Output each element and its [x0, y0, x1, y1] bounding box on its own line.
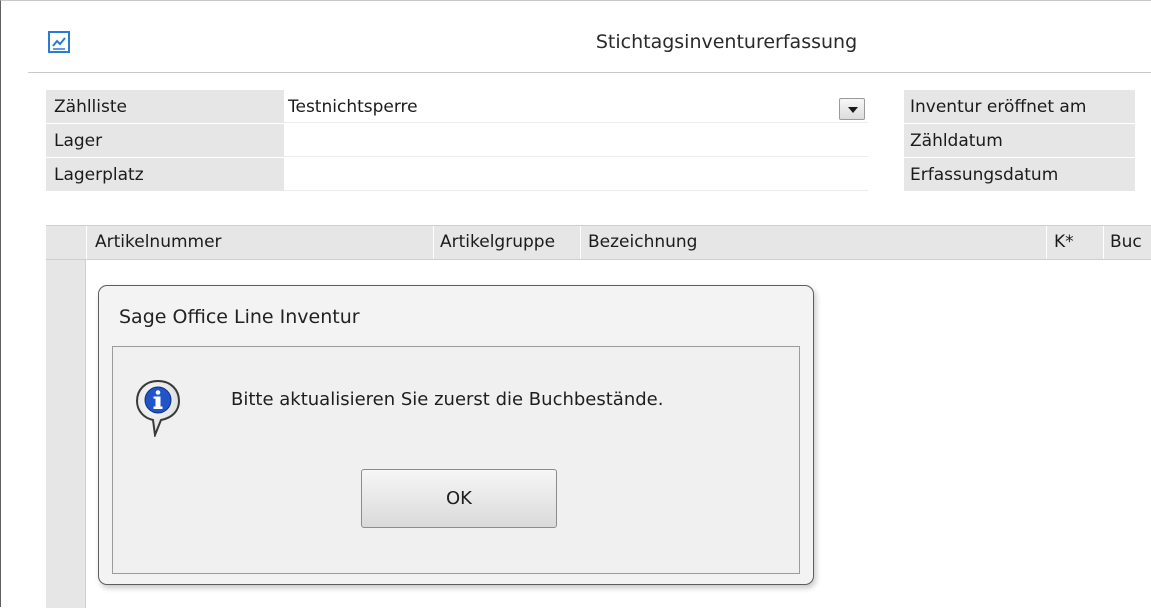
zaehlliste-combobox[interactable]: Testnichtsperre [284, 90, 868, 123]
grid-header: Artikelnummer Artikelgruppe Bezeichnung … [46, 225, 1151, 260]
erfassungsdatum-field[interactable] [1135, 158, 1151, 191]
info-icon [135, 379, 181, 437]
row-header-column [46, 260, 86, 608]
dialog-message: Bitte aktualisieren Sie zuerst die Buchb… [231, 389, 664, 410]
window-title: Stichtagsinventurerfassung [595, 31, 858, 53]
column-header-artikelgruppe[interactable]: Artikelgruppe [440, 226, 580, 259]
zaehlliste-value: Testnichtsperre [288, 97, 418, 117]
inventur-eroeffnet-field[interactable] [1135, 90, 1151, 123]
title-divider [28, 72, 1151, 73]
dialog-body: Bitte aktualisieren Sie zuerst die Buchb… [112, 346, 800, 574]
erfassungsdatum-label: Erfassungsdatum [904, 158, 1135, 191]
form-row-zaehlliste: Zählliste Testnichtsperre Inventur eröff… [1, 90, 1151, 124]
lagerplatz-label: Lagerplatz [46, 158, 284, 191]
message-dialog: Sage Office Line Inventur Bitte aktualis… [98, 285, 814, 585]
form-row-lager: Lager Zähldatum [1, 124, 1151, 158]
inventur-eroeffnet-label: Inventur eröffnet am [904, 90, 1135, 123]
column-separator [433, 226, 434, 259]
column-header-bezeichnung[interactable]: Bezeichnung [588, 226, 1038, 259]
column-header-k[interactable]: K* [1054, 226, 1102, 259]
zaehldatum-field[interactable] [1135, 124, 1151, 157]
column-separator [1103, 226, 1104, 259]
column-separator [580, 226, 581, 259]
column-header-artikelnummer[interactable]: Artikelnummer [95, 226, 475, 259]
lager-label: Lager [46, 124, 284, 157]
dropdown-arrow-icon[interactable] [839, 98, 865, 120]
ok-button[interactable]: OK [361, 469, 557, 528]
inventory-window: Stichtagsinventurerfassung Zählliste Tes… [0, 0, 1151, 608]
lager-field[interactable] [284, 124, 868, 157]
column-header-buchbestand[interactable]: Buc [1110, 226, 1151, 259]
lagerplatz-field[interactable] [284, 158, 868, 191]
column-separator [1046, 226, 1047, 259]
zaehlliste-label: Zählliste [46, 90, 284, 123]
zaehldatum-label: Zähldatum [904, 124, 1135, 157]
column-separator [86, 226, 87, 259]
form-row-lagerplatz: Lagerplatz Erfassungsdatum [1, 158, 1151, 192]
dialog-title: Sage Office Line Inventur [119, 306, 360, 328]
